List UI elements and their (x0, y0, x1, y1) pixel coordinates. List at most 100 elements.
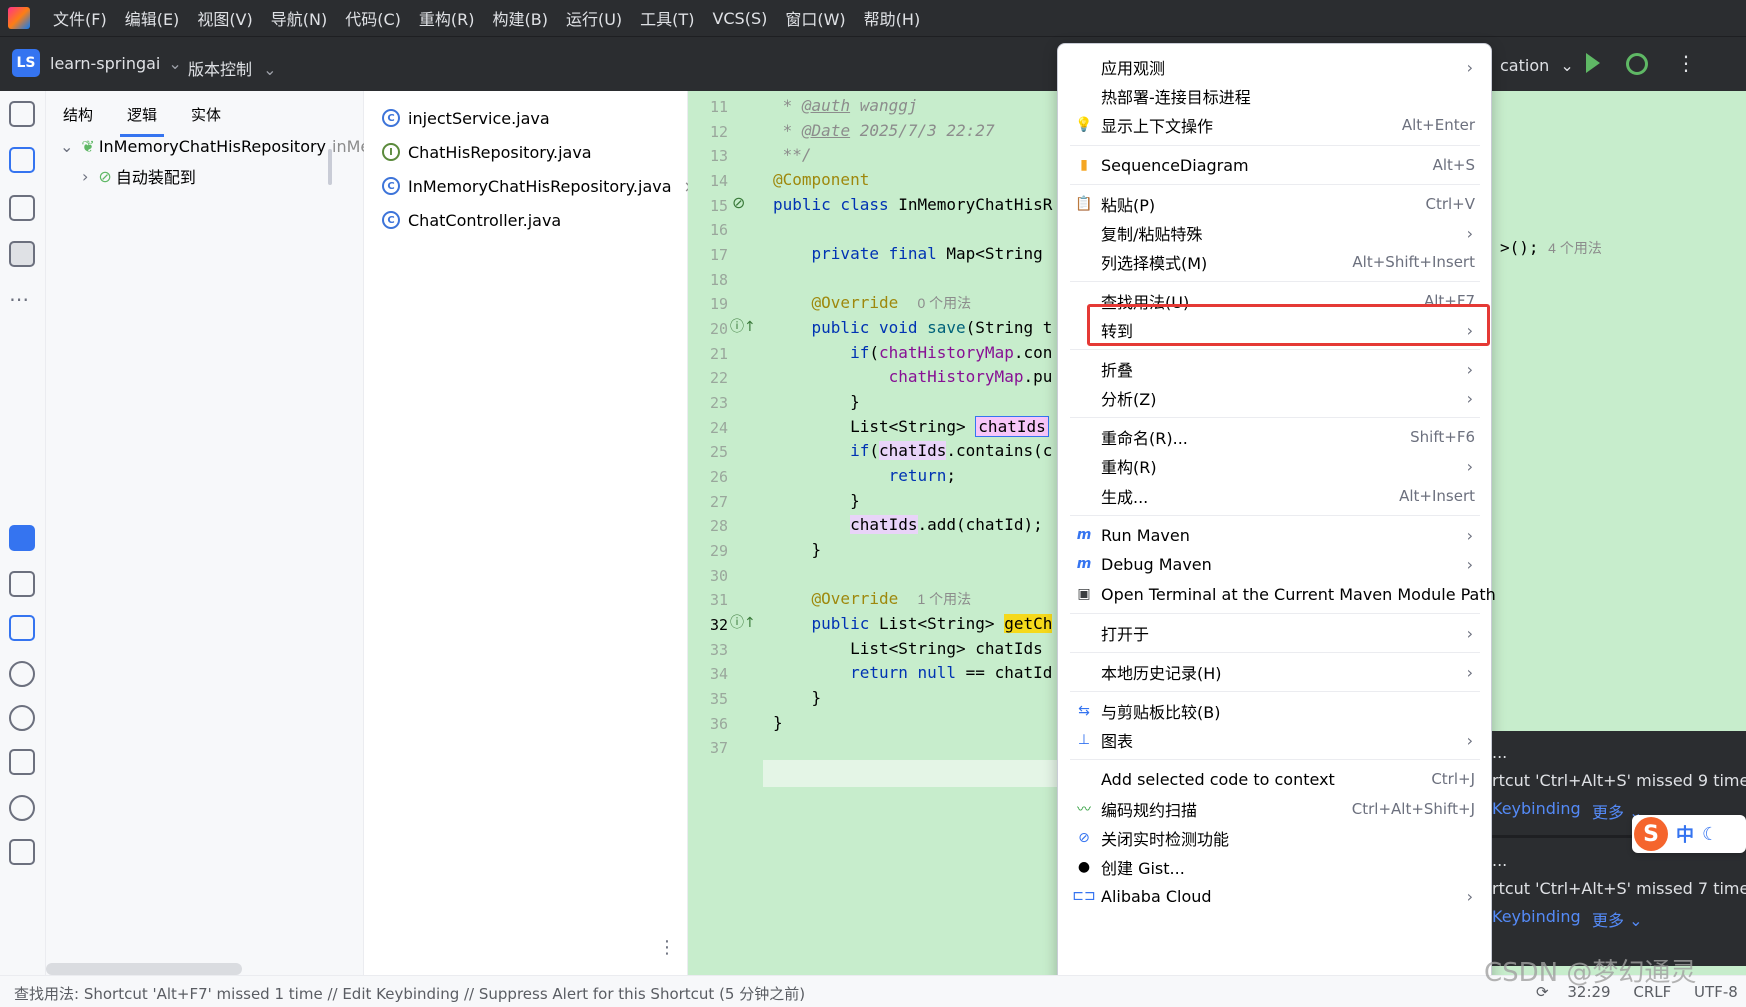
maven-panel-icon[interactable] (9, 571, 35, 597)
debug-icon[interactable] (1626, 53, 1648, 75)
line-number: 31 (709, 591, 728, 609)
menu-item-analyze[interactable]: 分析(Z) › (1058, 383, 1491, 413)
edit-keybinding-link[interactable]: Keybinding (1492, 799, 1581, 818)
more-link[interactable]: 更多 ⌄ (1592, 907, 1643, 931)
menu-window[interactable]: 窗口(W) (776, 6, 854, 30)
menu-item-code-scan[interactable]: 〰编码规约扫描 Ctrl+Alt+Shift+J (1058, 794, 1491, 824)
usage-hint[interactable]: 4 个用法 (1548, 240, 1602, 256)
implements-gutter-icon[interactable]: ⓘ↑ (730, 316, 756, 336)
menu-item-disable-realtime[interactable]: ⊘ 关闭实时检测功能 (1058, 823, 1491, 853)
menu-item-open-in[interactable]: 打开于 › (1058, 618, 1491, 648)
menu-item-generate[interactable]: 生成... Alt+Insert (1058, 481, 1491, 511)
code-line: if(chatHistoryMap.con (850, 343, 1053, 362)
menu-item-compare-clipboard[interactable]: ⇆ 与剪贴板比较(B) (1058, 696, 1491, 726)
menu-item-local-history[interactable]: 本地历史记录(H) › (1058, 657, 1491, 687)
menu-help[interactable]: 帮助(H) (855, 6, 930, 30)
tree-node-root[interactable]: ⌄ ❦ InMemoryChatHisRepository inMe (60, 137, 370, 156)
menu-tools[interactable]: 工具(T) (631, 6, 703, 30)
menu-item-debug-maven[interactable]: m Debug Maven › (1058, 549, 1491, 579)
bookmark-icon[interactable] (9, 195, 35, 221)
tab-entity[interactable]: 实体 (174, 91, 238, 139)
run-services-icon[interactable] (9, 661, 35, 687)
menu-build[interactable]: 构建(B) (484, 6, 557, 30)
status-message[interactable]: 查找用法: Shortcut 'Alt+F7' missed 1 time //… (14, 983, 805, 1004)
intellij-logo-icon[interactable] (8, 7, 30, 29)
implements-gutter-icon[interactable]: ⓘ↑ (730, 612, 756, 632)
menu-view[interactable]: 视图(V) (188, 6, 261, 30)
menu-file[interactable]: 文件(F) (44, 6, 116, 30)
menu-item-alibaba-cloud[interactable]: ⊏⊐ Alibaba Cloud › (1058, 881, 1491, 911)
menu-item-context-actions[interactable]: 💡 显示上下文操作 Alt+Enter (1058, 110, 1491, 140)
interface-icon: I (382, 143, 400, 161)
tongyi-icon[interactable] (9, 147, 35, 173)
vertical-scrollbar[interactable] (328, 149, 332, 185)
menu-item-label: 粘贴(P) (1101, 196, 1156, 215)
menu-item-app-observe[interactable]: 应用观测 › (1058, 52, 1491, 82)
problems-icon[interactable] (9, 795, 35, 821)
file-item-active[interactable]: C InMemoryChatHisRepository.java × (382, 173, 697, 199)
terminal-icon[interactable] (9, 749, 35, 775)
menu-separator (1070, 759, 1480, 760)
menu-code[interactable]: 代码(C) (336, 6, 410, 30)
menu-item-label: 分析(Z) (1101, 390, 1157, 409)
menu-item-column-selection[interactable]: 列选择模式(M) Alt+Shift+Insert (1058, 247, 1491, 277)
code-line: **/ (773, 145, 812, 164)
tongyi-lower-icon[interactable] (9, 615, 35, 641)
tree-node-autowired[interactable]: › ⊘ 自动装配到 (82, 164, 196, 188)
menu-item-open-terminal-maven[interactable]: ▣ Open Terminal at the Current Maven Modu… (1058, 579, 1495, 609)
tab-structure[interactable]: 结构 (46, 91, 110, 139)
notification-title: ... (1492, 743, 1508, 762)
chevron-right-icon: › (82, 166, 89, 186)
more-tools-icon[interactable]: ⋯ (9, 287, 29, 311)
menu-item-paste-special[interactable]: 复制/粘贴特殊 › (1058, 218, 1491, 248)
structure-icon[interactable] (9, 241, 35, 267)
project-selector[interactable]: LS learn-springai ⌄ (12, 49, 182, 77)
usage-hint[interactable]: 0 个用法 (918, 295, 972, 311)
plugins-icon[interactable] (9, 705, 35, 731)
horizontal-scrollbar[interactable] (46, 963, 242, 975)
maven-icon: m (1076, 556, 1092, 572)
ime-toolbar[interactable]: S 中 ☾ (1632, 815, 1746, 853)
menu-item-folding[interactable]: 折叠 › (1058, 354, 1491, 384)
file-encoding[interactable]: UTF-8 (1694, 983, 1738, 1001)
menu-item-diagrams[interactable]: ⊥ 图表 › (1058, 725, 1491, 755)
line-number: 24 (709, 419, 728, 437)
code-line: } (773, 688, 822, 707)
project-folder-icon[interactable] (9, 101, 35, 127)
menu-item-create-gist[interactable]: ● 创建 Gist... (1058, 852, 1491, 882)
more-vertical-icon[interactable]: ⋮ (658, 937, 676, 958)
menu-refactor[interactable]: 重构(R) (410, 6, 484, 30)
moon-icon[interactable]: ☾ (1702, 824, 1718, 845)
usage-hint[interactable]: 1 个用法 (918, 591, 972, 607)
more-vertical-icon[interactable]: ⋮ (1676, 51, 1696, 75)
menu-item-add-context[interactable]: Add selected code to context Ctrl+J (1058, 764, 1491, 794)
ai-assistant-icon[interactable] (9, 525, 35, 551)
menu-item-refactor[interactable]: 重构(R) › (1058, 451, 1491, 481)
file-item[interactable]: I ChatHisRepository.java (382, 139, 592, 165)
menu-item-paste[interactable]: 📋 粘贴(P) Ctrl+V (1058, 189, 1491, 219)
line-number: 17 (709, 246, 728, 264)
file-item[interactable]: C injectService.java (382, 105, 550, 131)
menu-item-label: 本地历史记录(H) (1101, 664, 1222, 683)
vcs-selector[interactable]: 版本控制 ⌄ (188, 56, 277, 80)
run-config-selector[interactable]: cation ⌄ (1500, 56, 1574, 75)
menu-navigate[interactable]: 导航(N) (262, 6, 336, 30)
menu-vcs[interactable]: VCS(S) (703, 9, 776, 28)
git-icon[interactable] (9, 839, 35, 865)
run-icon[interactable] (1586, 53, 1600, 73)
menu-item-hot-deploy[interactable]: 热部署-连接目标进程 (1058, 81, 1491, 111)
file-name: InMemoryChatHisRepository.java (408, 176, 672, 196)
spring-bean-gutter-icon[interactable]: ⊘ (732, 193, 745, 212)
ime-mode[interactable]: 中 (1676, 821, 1694, 847)
edit-keybinding-link[interactable]: Keybinding (1492, 907, 1581, 926)
menu-run[interactable]: 运行(U) (557, 6, 631, 30)
menu-edit[interactable]: 编辑(E) (116, 6, 189, 30)
menu-item-label: 与剪贴板比较(B) (1101, 703, 1221, 722)
tab-logic[interactable]: 逻辑 (110, 91, 174, 139)
menu-item-rename[interactable]: 重命名(R)... Shift+F6 (1058, 422, 1491, 452)
menu-item-label: SequenceDiagram (1101, 155, 1249, 175)
menu-item-sequence-diagram[interactable]: ▮ SequenceDiagram Alt+S (1058, 150, 1491, 180)
menu-item-run-maven[interactable]: m Run Maven › (1058, 520, 1491, 550)
file-item[interactable]: C ChatController.java (382, 207, 561, 233)
editor-context-menu: 应用观测 › 热部署-连接目标进程 💡 显示上下文操作 Alt+Enter ▮ Sequ… (1057, 43, 1496, 1007)
